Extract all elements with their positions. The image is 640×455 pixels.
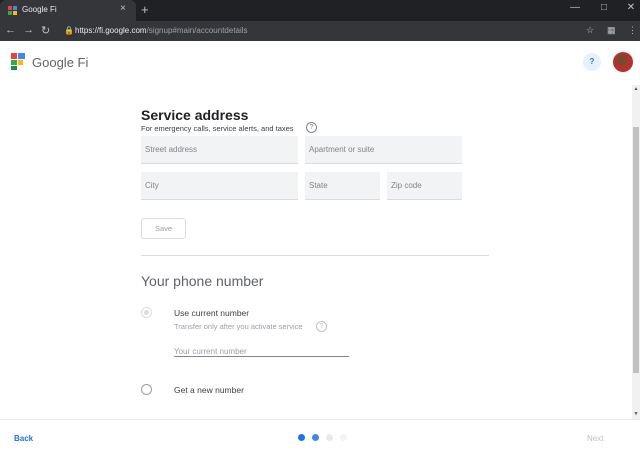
phone-number-heading: Your phone number bbox=[141, 273, 264, 289]
service-address-description: For emergency calls, service alerts, and… bbox=[141, 124, 294, 133]
google-fi-favicon bbox=[8, 6, 17, 15]
maximize-icon[interactable]: □ bbox=[597, 2, 611, 13]
help-circle-icon[interactable]: ? bbox=[316, 321, 327, 332]
minimize-icon[interactable]: — bbox=[568, 2, 582, 13]
google-fi-logo-icon bbox=[11, 53, 25, 70]
bookmark-star-icon[interactable]: ☆ bbox=[586, 25, 594, 36]
zip-code-input[interactable] bbox=[387, 172, 462, 199]
tab-title: Google Fi bbox=[22, 5, 57, 14]
step-dot-3 bbox=[326, 434, 333, 441]
back-button[interactable]: Back bbox=[14, 434, 33, 443]
brand-name: Google Fi bbox=[32, 55, 89, 70]
next-button[interactable]: Next bbox=[587, 434, 603, 443]
street-address-input[interactable] bbox=[141, 136, 298, 163]
section-divider bbox=[141, 255, 489, 256]
tab-close-icon[interactable]: × bbox=[120, 3, 126, 14]
apartment-input[interactable] bbox=[305, 136, 462, 163]
transfer-hint: Transfer only after you activate service bbox=[174, 322, 303, 331]
footer-bar: Back Next bbox=[0, 419, 640, 455]
browser-toolbar: ← → ↻ 🔒 https://fi.google.com/signup#mai… bbox=[0, 21, 640, 41]
get-new-number-radio[interactable] bbox=[141, 384, 152, 395]
current-number-input[interactable] bbox=[174, 344, 349, 359]
zip-code-field[interactable] bbox=[387, 172, 462, 200]
use-current-number-label[interactable]: Use current number bbox=[174, 308, 249, 318]
help-button[interactable]: ? bbox=[583, 53, 601, 71]
extension-icon[interactable]: ▦ bbox=[607, 25, 616, 36]
reload-icon[interactable]: ↻ bbox=[41, 24, 50, 37]
browser-tabstrip: Google Fi × + — □ ✕ bbox=[0, 0, 640, 21]
window-close-icon[interactable]: ✕ bbox=[624, 2, 638, 13]
scroll-up-icon[interactable]: ▲ bbox=[632, 86, 640, 92]
service-address-heading: Service address bbox=[141, 107, 249, 123]
current-number-field[interactable] bbox=[174, 341, 349, 359]
avatar[interactable] bbox=[613, 52, 633, 72]
state-input[interactable] bbox=[305, 172, 380, 199]
lock-icon: 🔒 bbox=[64, 26, 74, 35]
address-bar[interactable]: https://fi.google.com/signup#main/accoun… bbox=[75, 26, 248, 35]
back-arrow-icon[interactable]: ← bbox=[5, 24, 16, 36]
step-dot-1 bbox=[298, 434, 305, 441]
url-path: /signup#main/accountdetails bbox=[146, 26, 248, 35]
save-button[interactable]: Save bbox=[141, 218, 186, 239]
browser-menu-icon[interactable]: ⋮ bbox=[628, 25, 637, 36]
street-address-field[interactable] bbox=[141, 136, 298, 164]
browser-tab[interactable]: Google Fi × bbox=[0, 0, 136, 21]
forward-arrow-icon[interactable]: → bbox=[23, 24, 34, 36]
radio-selected-dot bbox=[144, 310, 149, 315]
scroll-down-icon[interactable]: ▼ bbox=[632, 411, 640, 417]
url-host: https://fi.google.com bbox=[75, 26, 147, 35]
city-field[interactable] bbox=[141, 172, 298, 200]
app-header: Google Fi ? bbox=[0, 41, 640, 85]
scrollbar-thumb[interactable] bbox=[633, 127, 639, 373]
city-input[interactable] bbox=[141, 172, 298, 199]
state-field[interactable] bbox=[305, 172, 380, 200]
step-dot-2 bbox=[312, 434, 319, 441]
use-current-number-radio[interactable] bbox=[141, 307, 152, 318]
help-circle-icon[interactable]: ? bbox=[306, 122, 317, 133]
new-tab-button[interactable]: + bbox=[141, 2, 149, 17]
get-new-number-label[interactable]: Get a new number bbox=[174, 385, 244, 395]
apartment-field[interactable] bbox=[305, 136, 462, 164]
step-dot-4 bbox=[340, 434, 347, 441]
